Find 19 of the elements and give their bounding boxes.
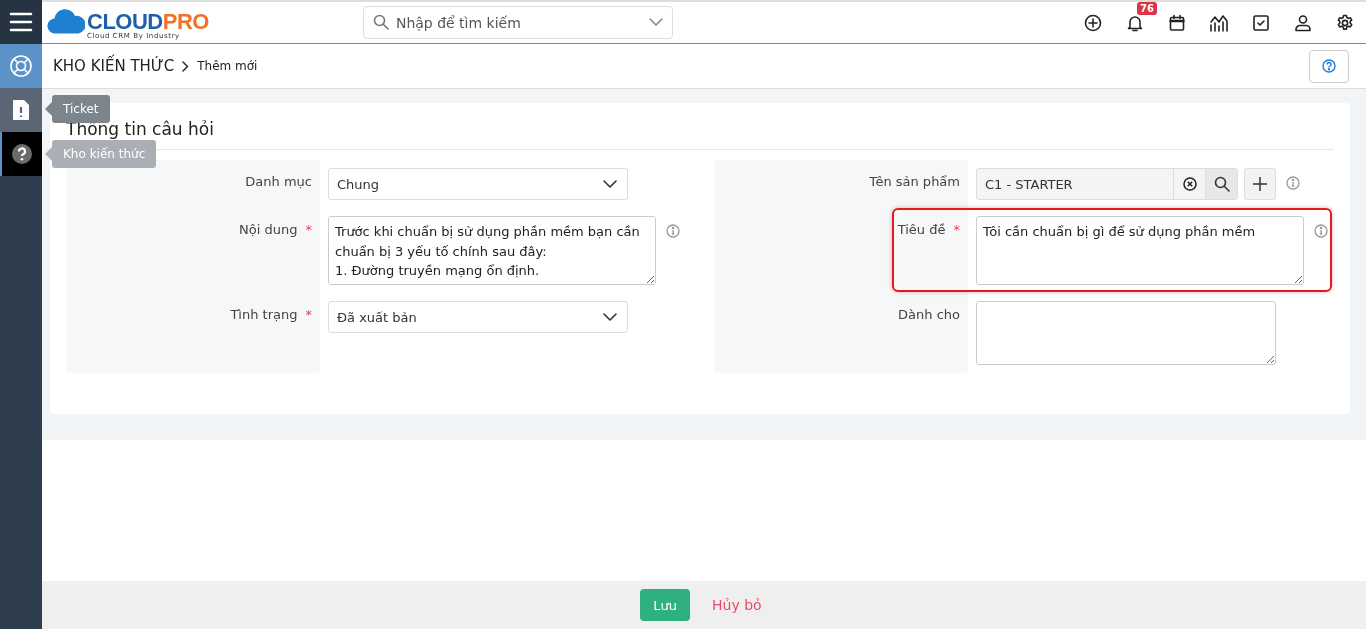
field-label: Tình trạng: [230, 307, 298, 324]
field-label: Tiêu đề: [897, 222, 946, 239]
notification-badge: 76: [1137, 1, 1157, 15]
required-asterisk: *: [305, 307, 312, 324]
required-asterisk: *: [953, 222, 960, 239]
dropdown[interactable]: Đã xuất bản: [328, 301, 628, 333]
lookup-field[interactable]: C1 - STARTER: [976, 168, 1238, 200]
text-area[interactable]: Tôi cần chuẩn bị gì để sử dụng phần mềm: [976, 216, 1304, 285]
breadcrumb-current: Thêm mới: [197, 59, 258, 73]
tooltip: Kho kiến thức: [45, 140, 157, 168]
search-field[interactable]: Nhập để tìm kiếm: [362, 6, 673, 39]
field-label: Dành cho: [898, 307, 960, 324]
required-asterisk: *: [305, 222, 312, 239]
field-label: Danh mục: [245, 174, 312, 191]
tooltip: Ticket: [45, 95, 110, 123]
field-label: Nội dung: [239, 222, 298, 239]
text-area[interactable]: Trước khi chuẩn bị sử dụng phần mềm bạn cần chuẩn bị 3 yếu tố chính sau đây: 1. Đường truyền mạng ổn định.: [328, 216, 656, 285]
dropdown[interactable]: Chung: [328, 168, 628, 200]
field-label: Tên sản phẩm: [869, 174, 960, 191]
